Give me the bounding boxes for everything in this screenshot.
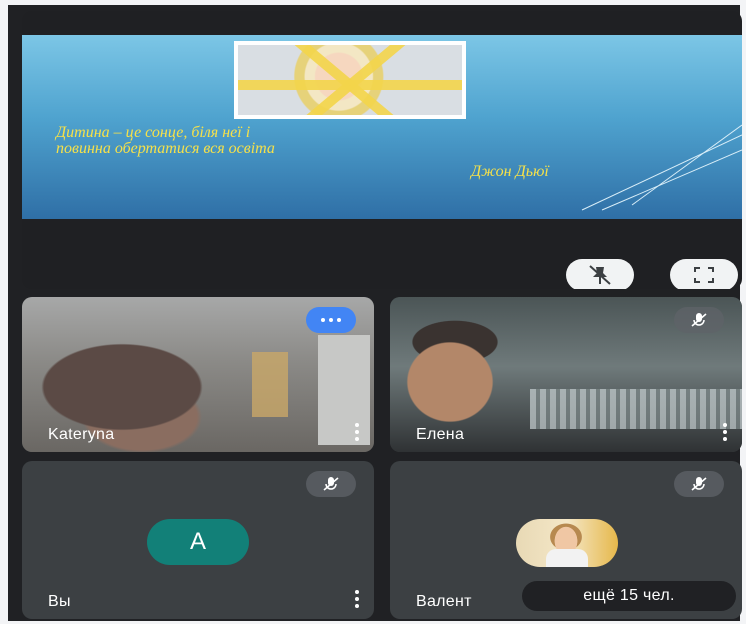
kebab-menu-icon[interactable] <box>354 590 360 608</box>
participant-tile[interactable]: Kateryna <box>22 297 374 452</box>
mic-off-icon <box>306 471 356 497</box>
participant-tile[interactable]: Елена <box>390 297 742 452</box>
mic-off-icon <box>674 307 724 333</box>
meeting-window: Дитина – це сонце, біля неї і повинна об… <box>8 5 742 621</box>
slide-author: Джон Дьюї <box>471 163 549 180</box>
more-options-badge[interactable] <box>306 307 356 333</box>
presentation-slide: Дитина – це сонце, біля неї і повинна об… <box>22 35 742 219</box>
slide-photo <box>234 41 466 119</box>
slide-quote-line2: повинна обертатися вся освіта <box>56 140 275 157</box>
fullscreen-button[interactable] <box>670 259 738 289</box>
pin-off-icon <box>589 265 611 285</box>
avatar: A <box>147 519 249 565</box>
participant-name: Елена <box>416 426 465 443</box>
avatar <box>516 519 618 567</box>
participant-name: Валент <box>416 593 472 610</box>
participant-name: Вы <box>48 593 71 610</box>
participant-tile[interactable]: A Вы <box>22 461 374 619</box>
presentation-tile[interactable]: Дитина – це сонце, біля неї і повинна об… <box>22 11 742 289</box>
mic-off-icon <box>674 471 724 497</box>
slide-quote-line1: Дитина – це сонце, біля неї і <box>56 124 251 141</box>
more-participants-button[interactable]: ещё 15 чел. <box>522 581 736 611</box>
kebab-menu-icon[interactable] <box>722 423 728 441</box>
kebab-menu-icon[interactable] <box>354 423 360 441</box>
slide-quote: Дитина – це сонце, біля неї і повинна об… <box>56 125 275 157</box>
fullscreen-icon <box>694 267 714 283</box>
decorative-lines <box>581 124 742 211</box>
unpin-button[interactable] <box>566 259 634 289</box>
participant-name: Kateryna <box>48 426 115 443</box>
